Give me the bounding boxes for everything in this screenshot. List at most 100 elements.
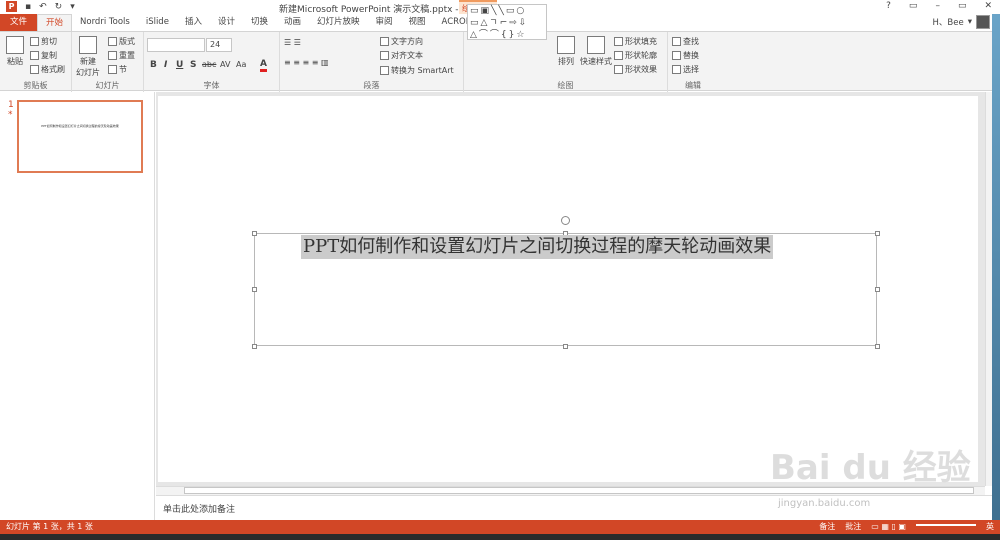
shape-outline-label: 形状轮廓 [625, 51, 657, 60]
shape-effects-button[interactable]: 形状效果 [614, 64, 657, 75]
tab-home[interactable]: 开始 [37, 14, 73, 31]
clipboard-group-label: 剪贴板 [23, 81, 48, 90]
tab-view[interactable]: 视图 [401, 14, 434, 31]
resize-handle-nw[interactable] [252, 231, 257, 236]
change-case-button[interactable]: Aa [236, 60, 246, 69]
slide-count-status: 幻灯片 第 1 张，共 1 张 [6, 522, 93, 531]
quick-styles-button[interactable]: 快速样式 [580, 36, 612, 67]
copy-icon [30, 51, 39, 60]
select-button[interactable]: 选择 [672, 64, 699, 75]
cursor-icon [672, 65, 681, 74]
format-painter-button[interactable]: 格式刷 [30, 64, 65, 75]
char-spacing-button[interactable]: AV [220, 60, 230, 69]
smartart-label: 转换为 SmartArt [391, 66, 454, 75]
font-size-field[interactable]: 24 [206, 38, 232, 52]
arrange-label: 排列 [558, 57, 574, 66]
drawing-group: 排列 快速样式 形状填充 形状轮廓 形状效果 绘图 [464, 32, 668, 92]
notes-pane[interactable] [156, 495, 1000, 520]
paste-button[interactable]: 粘贴 [6, 36, 24, 67]
layout-label: 版式 [119, 37, 135, 46]
restore-icon[interactable]: ▭ [958, 1, 967, 11]
bold-button[interactable]: B [150, 60, 157, 70]
italic-button[interactable]: I [164, 60, 167, 70]
zoom-slider[interactable] [916, 524, 976, 526]
shadow-button[interactable]: S [190, 60, 196, 70]
tab-review[interactable]: 审阅 [368, 14, 401, 31]
replace-label: 替换 [683, 51, 699, 60]
user-account[interactable]: H、Bee ▾ [933, 15, 990, 29]
notes-toggle[interactable]: 备注 [819, 520, 835, 534]
font-color-button[interactable]: A [260, 59, 267, 72]
font-name-field[interactable] [147, 38, 205, 52]
ime-lang[interactable]: 英 [986, 520, 994, 534]
paste-label: 粘贴 [7, 57, 23, 66]
notes-placeholder[interactable]: 单击此处添加备注 [163, 502, 235, 515]
effects-icon [614, 65, 623, 74]
align-buttons[interactable]: ≡ ≡ ≡ ≡ ▥ [284, 58, 329, 67]
copy-button[interactable]: 复制 [30, 50, 57, 61]
cut-button[interactable]: 剪切 [30, 36, 57, 47]
reset-icon [108, 51, 117, 60]
align-icons: ≡ ≡ ≡ ≡ ▥ [284, 58, 329, 67]
paragraph-group-label: 段落 [363, 81, 380, 90]
strikethrough-button[interactable]: abc [202, 60, 216, 69]
align-text-button[interactable]: 对齐文本 [380, 50, 423, 61]
font-group: 24 B I U S abc AV Aa A 字体 [144, 32, 280, 92]
replace-icon [672, 51, 681, 60]
tab-transitions[interactable]: 切换 [243, 14, 276, 31]
pen-icon [614, 51, 623, 60]
bullets-button[interactable]: ☰ ☰ [284, 38, 301, 47]
tab-animations[interactable]: 动画 [276, 14, 309, 31]
resize-handle-s[interactable] [563, 344, 568, 349]
resize-handle-se[interactable] [875, 344, 880, 349]
tab-file[interactable]: 文件 [0, 14, 38, 31]
tab-design[interactable]: 设计 [210, 14, 243, 31]
resize-handle-sw[interactable] [252, 344, 257, 349]
bullets-icon: ☰ ☰ [284, 38, 301, 47]
resize-handle-w[interactable] [252, 287, 257, 292]
arrange-icon [557, 36, 575, 54]
text-direction-button[interactable]: 文字方向 [380, 36, 423, 47]
shape-outline-button[interactable]: 形状轮廓 [614, 50, 657, 61]
quick-styles-label: 快速样式 [580, 57, 612, 66]
tab-nordri-tools[interactable]: Nordri Tools [72, 14, 138, 31]
resize-handle-e[interactable] [875, 287, 880, 292]
shape-fill-button[interactable]: 形状填充 [614, 36, 657, 47]
reset-label: 重置 [119, 51, 135, 60]
text-direction-label: 文字方向 [391, 37, 423, 46]
layout-button[interactable]: 版式 [108, 36, 135, 47]
thumbnail-title: PPT如何制作和设置幻灯片之间切换过程的摩天轮动画效果 [41, 124, 119, 128]
help-icon[interactable]: ? [886, 1, 891, 11]
slide-thumbnail[interactable]: PPT如何制作和设置幻灯片之间切换过程的摩天轮动画效果 [17, 100, 143, 173]
comments-toggle[interactable]: 批注 [845, 520, 861, 534]
find-label: 查找 [683, 37, 699, 46]
layout-icon [108, 37, 117, 46]
align-text-label: 对齐文本 [391, 51, 423, 60]
avatar [976, 15, 990, 29]
smartart-button[interactable]: 转换为 SmartArt [380, 65, 454, 76]
clipboard-group: 粘贴 剪切 复制 格式刷 剪贴板 [0, 32, 72, 92]
user-name: H、Bee [932, 18, 964, 28]
shapes-gallery[interactable]: ▭▣╲╲▭○ ▭△ㄱ⌐⇨⇩ △⌒⌒{}☆ [467, 4, 547, 40]
tab-islide[interactable]: iSlide [138, 14, 177, 31]
minimize-icon[interactable]: – [935, 1, 940, 11]
section-button[interactable]: 节 [108, 64, 127, 75]
slide-title-text[interactable]: PPT如何制作和设置幻灯片之间切换过程的摩天轮动画效果 [301, 235, 774, 259]
new-slide-button[interactable]: 新建 幻灯片 [76, 36, 100, 78]
copy-label: 复制 [41, 51, 57, 60]
arrange-button[interactable]: 排列 [557, 36, 575, 67]
resize-handle-ne[interactable] [875, 231, 880, 236]
rotation-handle[interactable] [561, 216, 570, 225]
view-buttons[interactable]: ▭ ▦ ▯ ▣ [871, 520, 906, 534]
animation-star-icon: * [8, 110, 13, 120]
tab-insert[interactable]: 插入 [177, 14, 210, 31]
find-button[interactable]: 查找 [672, 36, 699, 47]
watermark-logo: Bai du 经验 [770, 448, 971, 488]
replace-button[interactable]: 替换 [672, 50, 699, 61]
reset-button[interactable]: 重置 [108, 50, 135, 61]
smartart-icon [380, 66, 389, 75]
underline-button[interactable]: U [176, 60, 183, 70]
close-icon[interactable]: ✕ [984, 1, 992, 11]
tab-slideshow[interactable]: 幻灯片放映 [309, 14, 368, 31]
ribbon-display-icon[interactable]: ▭ [909, 1, 918, 11]
